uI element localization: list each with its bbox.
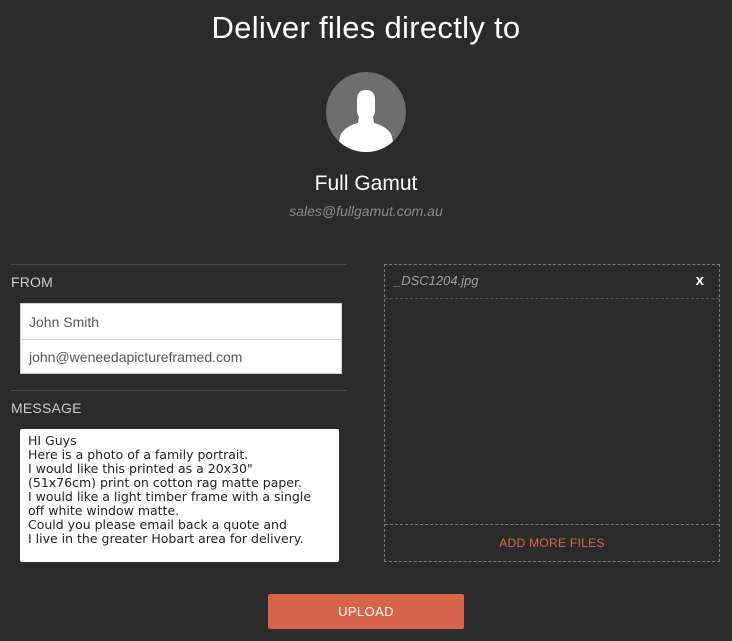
files-dropzone[interactable]: _DSC1204.jpg x ADD MORE FILES [384,264,720,562]
file-name: _DSC1204.jpg [394,273,479,288]
message-line: off white window matte. [28,503,180,518]
user-silhouette-icon [338,90,394,152]
message-line: I would like this printed as a 20x30" [28,461,253,476]
message-divider [11,390,347,391]
recipient-avatar [326,72,406,152]
upload-button[interactable]: UPLOAD [268,594,464,629]
recipient-name: Full Gamut [314,172,418,195]
add-more-files-button[interactable]: ADD MORE FILES [385,524,719,561]
from-fields [20,303,342,374]
message-line: I live in the greater Hobart area for de… [28,531,304,546]
message-textarea[interactable]: HI Guys Here is a photo of a family port… [20,429,339,562]
page-title: Deliver files directly to [211,10,521,45]
from-label: FROM [11,274,54,290]
recipient-email: sales@fullgamut.com.au [289,203,443,219]
message-label: MESSAGE [11,400,82,416]
remove-file-button[interactable]: x [696,272,704,289]
from-divider [11,264,347,265]
message-line: HI Guys [28,433,77,448]
message-line: (51x76cm) print on cotton rag matte pape… [28,475,302,490]
sender-email-input[interactable] [21,339,341,374]
message-line: Here is a photo of a family portrait. [28,447,249,462]
delivery-page: Deliver files directly to Full Gamut sal… [0,0,732,641]
message-line: I would like a light timber frame with a… [28,489,312,504]
message-line: Could you please email back a quote and [28,517,287,532]
file-list-item: _DSC1204.jpg x [385,265,719,299]
sender-name-input[interactable] [21,304,341,339]
